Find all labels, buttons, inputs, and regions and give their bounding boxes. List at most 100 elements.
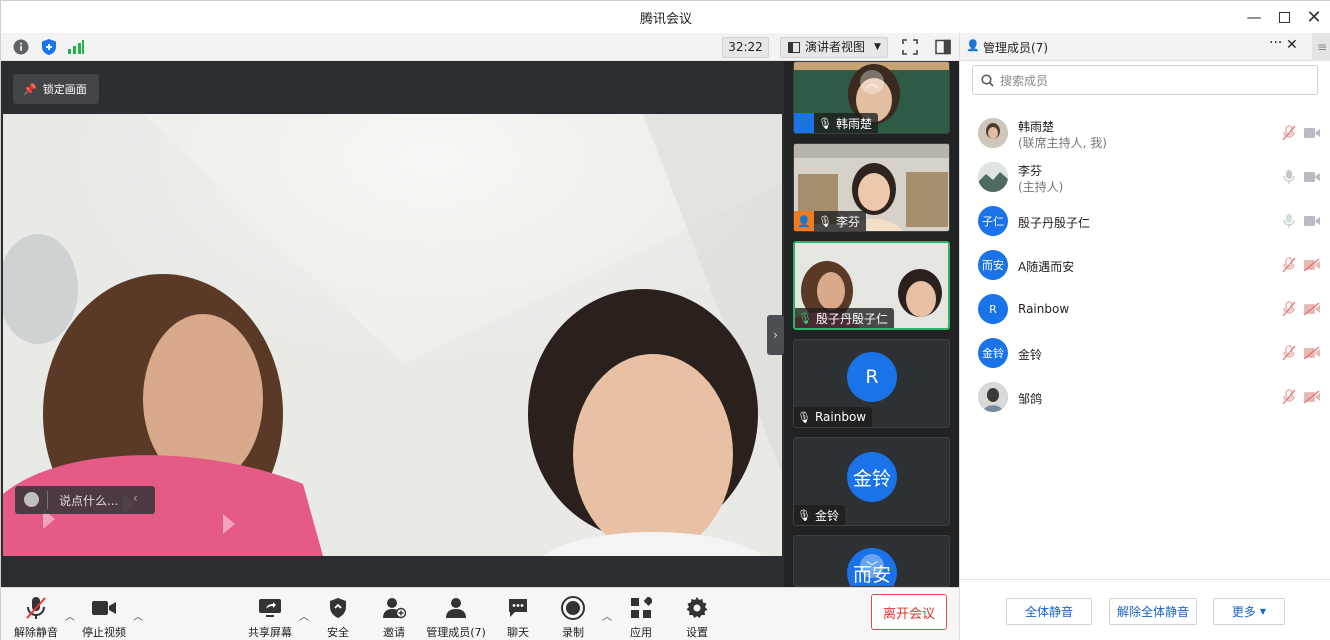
camera-off-icon[interactable]: [1303, 258, 1321, 272]
collapse-left-icon[interactable]: ‹: [133, 491, 138, 505]
mic-muted-icon: 🎙: [797, 410, 811, 424]
security-shield-icon[interactable]: [40, 38, 58, 56]
member-name: 李芬: [1018, 164, 1043, 178]
camera-icon: [91, 596, 117, 620]
member-row[interactable]: 金铃 金铃: [960, 331, 1330, 375]
chat-icon: [507, 596, 529, 620]
window-title: 腾讯会议: [639, 12, 692, 27]
camera-icon[interactable]: [1303, 170, 1321, 184]
chat-button[interactable]: 聊天: [488, 596, 548, 640]
manage-members-button[interactable]: 管理成员(7): [426, 596, 486, 640]
apps-button[interactable]: 应用: [611, 596, 671, 640]
mic-icon[interactable]: [1282, 169, 1296, 185]
members-panel: 👤 管理成员(7) ··· ✕ ≡ 搜索成员 韩雨楚 (联席主持人, 我) 李芬: [959, 33, 1330, 640]
thumb-name: Rainbow: [814, 410, 867, 424]
close-button[interactable]: ✕: [1302, 5, 1326, 29]
menu-icon[interactable]: ≡: [1312, 33, 1330, 61]
member-name: 殷子丹殷子仁: [1018, 216, 1091, 230]
camera-icon[interactable]: [1303, 126, 1321, 140]
thumb-participant-4[interactable]: R 🎙 Rainbow: [793, 339, 950, 428]
mic-muted-icon: [25, 596, 47, 620]
more-button[interactable]: 更多 ▼: [1213, 598, 1285, 625]
stop-video-button[interactable]: 停止视频: [74, 596, 134, 640]
member-name: 金铃: [1018, 348, 1043, 362]
mic-muted-icon: 🎙: [818, 116, 832, 130]
settings-button[interactable]: 设置: [667, 596, 727, 640]
signal-icon[interactable]: [67, 38, 85, 56]
member-name: A随遇而安: [1018, 260, 1075, 274]
camera-off-icon[interactable]: [1303, 302, 1321, 316]
scroll-up-icon[interactable]: ︿: [860, 70, 884, 94]
member-row[interactable]: 韩雨楚 (联席主持人, 我): [960, 111, 1330, 155]
thumb-participant-5[interactable]: 金铃 🎙 金铃: [793, 437, 950, 526]
video-options-caret[interactable]: ︿: [133, 608, 143, 623]
manage-members-label: 管理成员(7): [426, 626, 486, 639]
meeting-toolbar: 32:22 演讲者视图 ▼: [1, 33, 959, 61]
chevron-down-icon: ▼: [874, 42, 881, 52]
member-name: 邹鸽: [1018, 392, 1043, 406]
camera-off-icon[interactable]: [1303, 346, 1321, 360]
member-avatar: R: [978, 294, 1008, 324]
minimize-button[interactable]: —: [1242, 5, 1266, 29]
close-panel-icon[interactable]: ✕: [1286, 37, 1298, 53]
more-label: 更多: [1231, 605, 1256, 619]
quick-chat-input[interactable]: 说点什么... ‹: [15, 486, 155, 514]
mic-muted-icon[interactable]: [1282, 345, 1296, 361]
security-button[interactable]: 安全: [308, 596, 368, 640]
mic-muted-icon[interactable]: [1282, 389, 1296, 405]
layout-icon: [788, 42, 800, 53]
unmute-label: 解除静音: [14, 626, 58, 639]
settings-label: 设置: [686, 626, 708, 639]
member-search-input[interactable]: 搜索成员: [972, 65, 1318, 95]
thumb-name-pill: 🎙 Rainbow: [794, 407, 873, 427]
unmute-button[interactable]: 解除静音: [6, 596, 66, 640]
thumb-participant-6[interactable]: 而安 ﹀: [793, 535, 950, 587]
view-mode-label: 演讲者视图: [805, 40, 866, 54]
thumb-name: 李芬: [835, 214, 860, 229]
member-role: (联席主持人, 我): [1018, 136, 1107, 150]
mic-muted-icon[interactable]: [1282, 301, 1296, 317]
lock-view-button[interactable]: 📌 锁定画面: [13, 74, 99, 104]
sidebar-toggle-icon[interactable]: [934, 38, 952, 56]
camera-icon[interactable]: [1303, 214, 1321, 228]
mute-all-button[interactable]: 全体静音: [1006, 598, 1092, 625]
search-icon: [981, 73, 994, 87]
thumb-participant-3[interactable]: 🎙 殷子丹殷子仁: [793, 241, 950, 330]
thumb-participant-2[interactable]: 👤 🎙 李芬: [793, 143, 950, 232]
member-row[interactable]: R Rainbow: [960, 287, 1330, 331]
mic-muted-icon[interactable]: [1282, 257, 1296, 273]
emoji-icon[interactable]: [24, 492, 39, 507]
chevron-right-icon: ›: [773, 328, 778, 342]
collapse-strip-button[interactable]: ›: [767, 315, 784, 355]
mic-icon[interactable]: [1282, 213, 1296, 229]
scroll-down-icon[interactable]: ﹀: [860, 554, 884, 578]
thumb-name-pill: 👤 🎙 韩雨楚: [794, 113, 878, 133]
member-row[interactable]: 而安 A随遇而安: [960, 243, 1330, 287]
camera-off-icon[interactable]: [1303, 390, 1321, 404]
member-avatar: [978, 118, 1008, 148]
unmute-all-button[interactable]: 解除全体静音: [1109, 598, 1197, 625]
member-row[interactable]: 子仁 殷子丹殷子仁: [960, 199, 1330, 243]
view-mode-select[interactable]: 演讲者视图 ▼: [780, 37, 888, 58]
info-icon[interactable]: [12, 38, 30, 56]
invite-button[interactable]: 邀请: [364, 596, 424, 640]
leave-meeting-button[interactable]: 离开会议: [871, 594, 947, 630]
gear-icon: [685, 596, 709, 620]
mic-muted-icon[interactable]: [1282, 125, 1296, 141]
chat-label: 聊天: [507, 626, 529, 639]
member-name: Rainbow: [1018, 302, 1070, 316]
maximize-button[interactable]: [1272, 5, 1296, 29]
thumb-name: 殷子丹殷子仁: [815, 311, 888, 326]
members-panel-footer: 全体静音 解除全体静音 更多 ▼: [960, 579, 1330, 640]
pin-icon: 📌: [23, 82, 37, 96]
member-row[interactable]: 李芬 (主持人): [960, 155, 1330, 199]
record-button[interactable]: 录制: [543, 596, 603, 640]
more-options-icon[interactable]: ···: [1269, 35, 1282, 51]
fullscreen-icon[interactable]: [901, 38, 919, 56]
user-icon: 👤: [794, 211, 814, 231]
thumb-name: 金铃: [814, 508, 839, 523]
member-row[interactable]: 邹鸽: [960, 375, 1330, 419]
share-screen-button[interactable]: 共享屏幕: [240, 596, 300, 640]
thumb-participant-1[interactable]: ︿ 👤 🎙 韩雨楚: [793, 61, 950, 134]
thumb-name-pill: 👤 🎙 李芬: [794, 211, 866, 231]
